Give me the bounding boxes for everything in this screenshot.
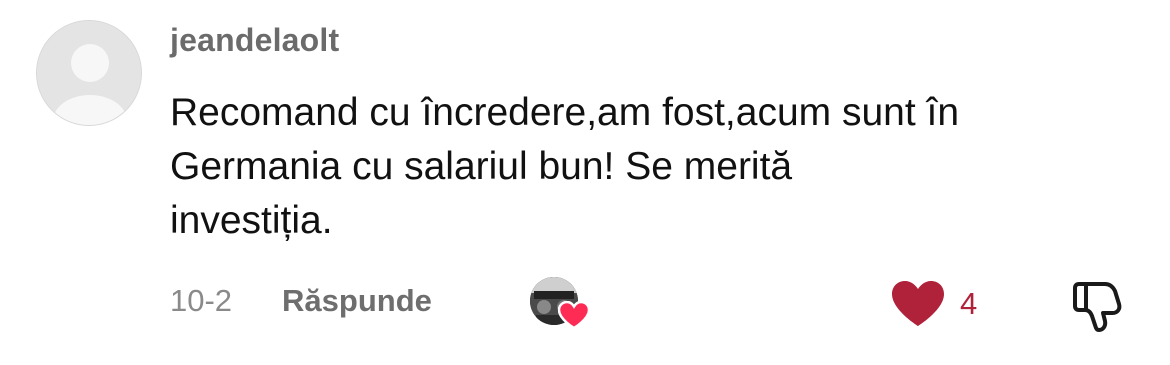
heart-icon: [892, 281, 944, 326]
heart-icon: [558, 301, 590, 329]
default-user-avatar-icon: [37, 21, 141, 125]
comment-username[interactable]: jeandelaolt: [170, 22, 339, 59]
comment-text: Recomand cu încredere,am fost,acum sunt …: [170, 91, 960, 242]
liked-by-creator-badge: [530, 277, 590, 329]
comment-date: 10-2: [170, 283, 233, 318]
comment-meta-row: 10-2 Răspunde: [170, 276, 432, 326]
like-count: 4: [960, 286, 978, 321]
commenter-avatar[interactable]: [36, 20, 142, 126]
reply-button[interactable]: Răspunde: [282, 283, 432, 319]
thumbs-down-icon: [1073, 282, 1122, 332]
dislike-button[interactable]: [1070, 276, 1128, 334]
like-button[interactable]: 4: [890, 276, 977, 332]
